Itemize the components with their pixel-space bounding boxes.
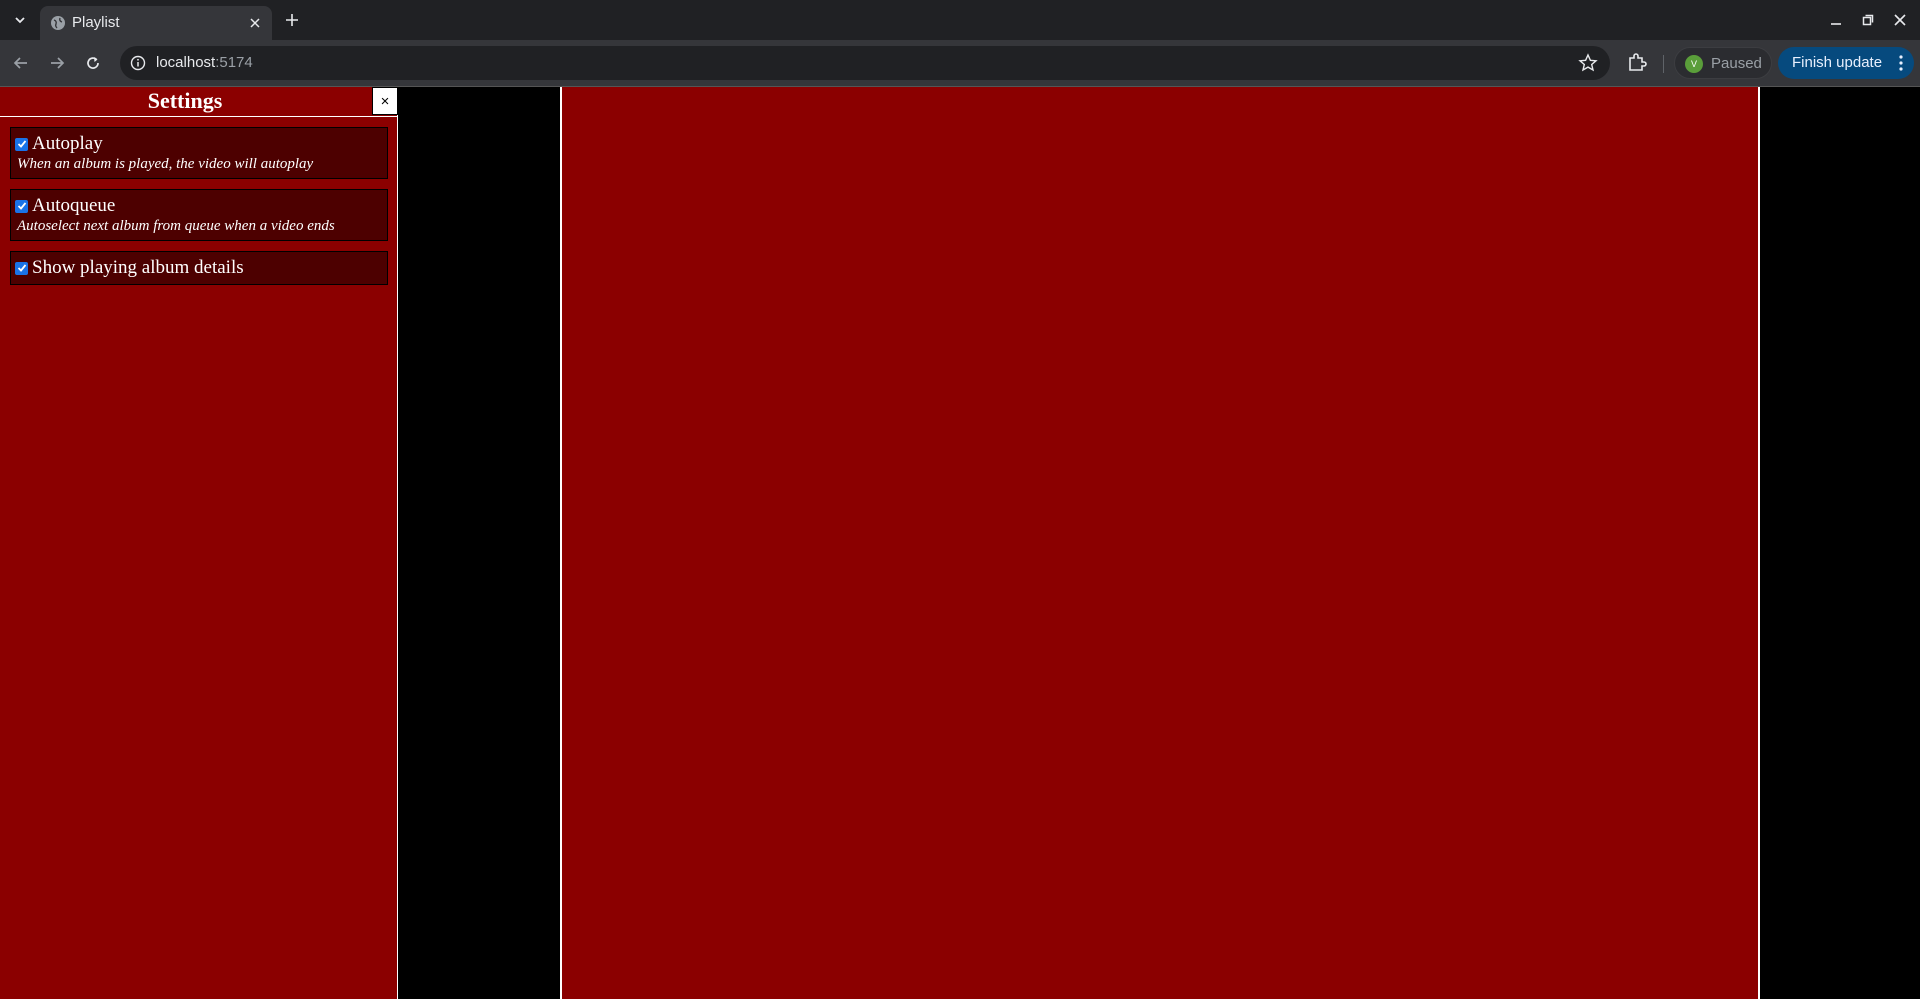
finish-update-label: Finish update [1792,54,1883,71]
url-text: localhost:5174 [156,54,253,71]
url-host: localhost [156,54,216,71]
reload-icon[interactable] [80,50,106,76]
settings-title: Settings [147,88,223,113]
profile-avatar: V [1685,55,1703,73]
profile-paused-button[interactable]: V Paused [1674,47,1772,79]
tab-title: Playlist [72,14,120,31]
more-vert-icon [1899,55,1903,71]
setting-show-album-details: Show playing album details [10,251,388,285]
close-window-icon[interactable] [1890,10,1910,30]
autoqueue-checkbox[interactable] [15,199,28,213]
setting-autoqueue: Autoqueue Autoselect next album from que… [10,189,388,241]
url-port: :5174 [215,54,253,71]
tab-close-icon[interactable] [246,14,264,32]
autoqueue-label: Autoqueue [32,195,116,216]
tab-search-chevron-icon[interactable] [8,8,32,32]
address-bar[interactable]: localhost:5174 [120,46,1610,80]
checkmark-icon [17,202,26,210]
back-arrow-icon[interactable] [8,50,34,76]
browser-tab[interactable]: Playlist [40,6,272,40]
checkmark-icon [17,264,26,272]
new-tab-plus-icon[interactable] [280,8,304,32]
bookmark-star-icon[interactable] [1578,53,1598,73]
show-album-details-label: Show playing album details [32,257,244,278]
settings-panel: Settings × Autoplay When an album is pla… [0,87,398,999]
forward-arrow-icon[interactable] [44,50,70,76]
restore-icon[interactable] [1858,10,1878,30]
settings-close-button[interactable]: × [372,87,398,115]
paused-label: Paused [1711,55,1762,72]
show-album-details-checkbox[interactable] [15,261,28,275]
video-player-area[interactable] [560,87,1760,999]
page-viewport: Settings × Autoplay When an album is pla… [0,86,1920,999]
autoplay-description: When an album is played, the video will … [17,156,314,172]
settings-header: Settings × [0,87,398,117]
site-info-icon[interactable] [130,55,146,71]
autoplay-checkbox[interactable] [15,137,28,151]
finish-update-button[interactable]: Finish update [1778,47,1914,79]
checkmark-icon [17,140,26,148]
browser-tab-bar: Playlist [0,0,1920,40]
browser-toolbar: localhost:5174 V Paused Finish update [0,40,1920,86]
minimize-icon[interactable] [1826,10,1846,30]
globe-icon [51,16,65,30]
autoplay-label: Autoplay [32,133,103,154]
autoqueue-description: Autoselect next album from queue when a … [17,218,335,234]
extensions-puzzle-icon[interactable] [1626,52,1648,74]
setting-autoplay: Autoplay When an album is played, the vi… [10,127,388,179]
toolbar-divider [1663,55,1664,73]
